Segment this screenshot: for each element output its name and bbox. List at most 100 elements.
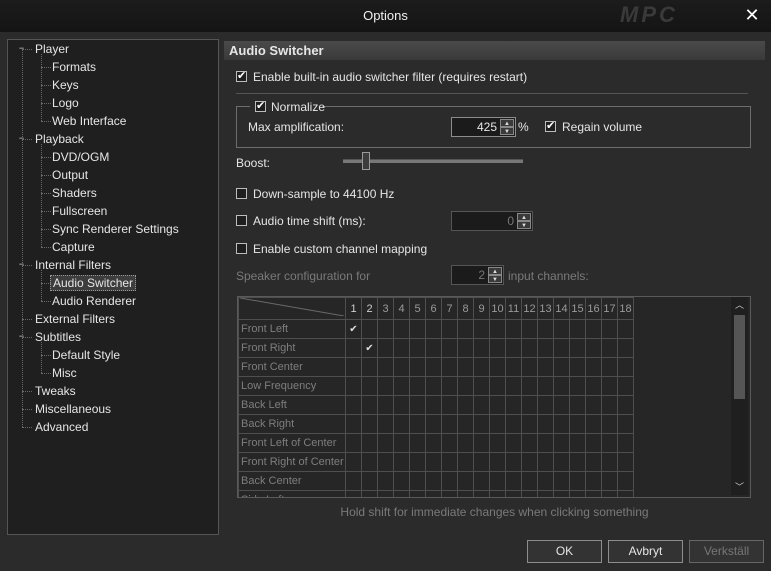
tree-item[interactable]: Miscellaneous xyxy=(33,400,113,418)
grid-cell[interactable] xyxy=(393,319,410,339)
scroll-thumb[interactable] xyxy=(734,315,745,399)
grid-cell[interactable] xyxy=(441,414,458,434)
grid-cell[interactable] xyxy=(441,433,458,453)
tree-item[interactable]: Default Style xyxy=(50,346,122,364)
grid-cell[interactable] xyxy=(393,395,410,415)
grid-cell[interactable] xyxy=(473,338,490,358)
grid-cell[interactable] xyxy=(361,319,378,339)
grid-cell[interactable] xyxy=(617,395,634,415)
grid-cell[interactable] xyxy=(409,471,426,491)
grid-cell[interactable] xyxy=(473,471,490,491)
grid-cell[interactable] xyxy=(441,471,458,491)
grid-cell[interactable] xyxy=(473,357,490,377)
boost-slider-thumb[interactable] xyxy=(362,152,371,170)
grid-cell[interactable] xyxy=(569,357,586,377)
grid-cell[interactable] xyxy=(361,414,378,434)
grid-cell[interactable] xyxy=(521,338,538,358)
enable-switcher-checkbox[interactable] xyxy=(236,69,247,82)
grid-cell[interactable] xyxy=(425,376,442,396)
tree-item[interactable]: Output xyxy=(50,166,90,184)
grid-cell[interactable] xyxy=(537,338,554,358)
grid-cell[interactable] xyxy=(361,471,378,491)
grid-cell[interactable] xyxy=(505,433,522,453)
grid-cell[interactable] xyxy=(345,338,362,358)
grid-cell[interactable] xyxy=(425,414,442,434)
grid-cell[interactable] xyxy=(425,319,442,339)
grid-cell[interactable] xyxy=(441,395,458,415)
grid-cell[interactable] xyxy=(505,414,522,434)
grid-cell-check-icon[interactable]: ✔ xyxy=(345,319,362,339)
grid-cell[interactable] xyxy=(345,376,362,396)
grid-cell[interactable] xyxy=(553,376,570,396)
close-icon[interactable]: ✕ xyxy=(741,4,763,26)
spin-down-icon[interactable]: ▼ xyxy=(500,127,514,135)
options-tree[interactable]: Player − Formats Keys Logo Web Interface Playb… xyxy=(7,39,219,535)
ok-button[interactable]: OK xyxy=(527,540,602,563)
grid-cell[interactable] xyxy=(489,414,506,434)
tree-item[interactable]: Player xyxy=(33,40,71,58)
grid-cell[interactable] xyxy=(473,433,490,453)
spin-down-icon[interactable]: ▼ xyxy=(517,221,531,229)
grid-cell[interactable] xyxy=(505,395,522,415)
grid-cell[interactable] xyxy=(617,357,634,377)
grid-cell[interactable] xyxy=(441,357,458,377)
grid-cell[interactable] xyxy=(361,433,378,453)
grid-cell[interactable] xyxy=(473,395,490,415)
grid-cell[interactable] xyxy=(457,338,474,358)
grid-cell[interactable] xyxy=(601,414,618,434)
grid-cell[interactable] xyxy=(553,338,570,358)
grid-cell[interactable] xyxy=(409,319,426,339)
grid-cell[interactable] xyxy=(505,376,522,396)
grid-cell[interactable] xyxy=(537,414,554,434)
grid-cell[interactable] xyxy=(505,452,522,472)
grid-cell[interactable] xyxy=(425,490,442,497)
grid-cell[interactable] xyxy=(489,433,506,453)
grid-cell[interactable] xyxy=(601,490,618,497)
grid-cell[interactable] xyxy=(521,357,538,377)
spin-up-icon[interactable]: ▲ xyxy=(517,213,531,221)
grid-cell[interactable] xyxy=(617,376,634,396)
grid-cell[interactable] xyxy=(377,395,394,415)
grid-cell[interactable] xyxy=(553,433,570,453)
grid-cell[interactable] xyxy=(617,414,634,434)
grid-cell[interactable] xyxy=(473,319,490,339)
grid-cell[interactable] xyxy=(377,471,394,491)
normalize-checkbox[interactable] xyxy=(255,99,266,112)
grid-cell[interactable] xyxy=(345,357,362,377)
grid-cell[interactable] xyxy=(409,452,426,472)
grid-cell[interactable] xyxy=(553,395,570,415)
grid-cell[interactable] xyxy=(489,357,506,377)
grid-cell[interactable] xyxy=(393,414,410,434)
grid-cell[interactable] xyxy=(425,395,442,415)
grid-cell[interactable] xyxy=(489,338,506,358)
tree-item[interactable]: Internal Filters xyxy=(33,256,113,274)
grid-cell[interactable] xyxy=(425,357,442,377)
grid-cell[interactable] xyxy=(601,395,618,415)
grid-cell[interactable] xyxy=(585,433,602,453)
grid-cell[interactable] xyxy=(489,319,506,339)
tree-item[interactable]: Advanced xyxy=(33,418,90,436)
tree-item[interactable]: Fullscreen xyxy=(50,202,109,220)
grid-cell[interactable] xyxy=(409,414,426,434)
tree-item[interactable]: Audio Switcher xyxy=(50,274,137,292)
grid-cell[interactable] xyxy=(521,319,538,339)
max-amplification-spinner[interactable]: 425 ▲ ▼ xyxy=(451,117,516,137)
grid-cell[interactable] xyxy=(441,490,458,497)
tree-item[interactable]: Capture xyxy=(50,238,97,256)
grid-cell[interactable] xyxy=(361,357,378,377)
grid-cell[interactable] xyxy=(585,357,602,377)
custom-mapping-checkbox[interactable] xyxy=(236,243,247,254)
grid-cell[interactable] xyxy=(521,490,538,497)
spin-up-icon[interactable]: ▲ xyxy=(488,267,502,275)
grid-cell[interactable] xyxy=(377,338,394,358)
grid-cell[interactable] xyxy=(537,376,554,396)
grid-cell[interactable] xyxy=(505,338,522,358)
grid-cell[interactable] xyxy=(569,452,586,472)
grid-cell[interactable] xyxy=(409,395,426,415)
grid-cell[interactable] xyxy=(377,452,394,472)
grid-cell[interactable] xyxy=(601,338,618,358)
grid-cell[interactable] xyxy=(553,319,570,339)
grid-cell[interactable] xyxy=(393,376,410,396)
grid-cell[interactable] xyxy=(377,433,394,453)
grid-cell[interactable] xyxy=(457,395,474,415)
